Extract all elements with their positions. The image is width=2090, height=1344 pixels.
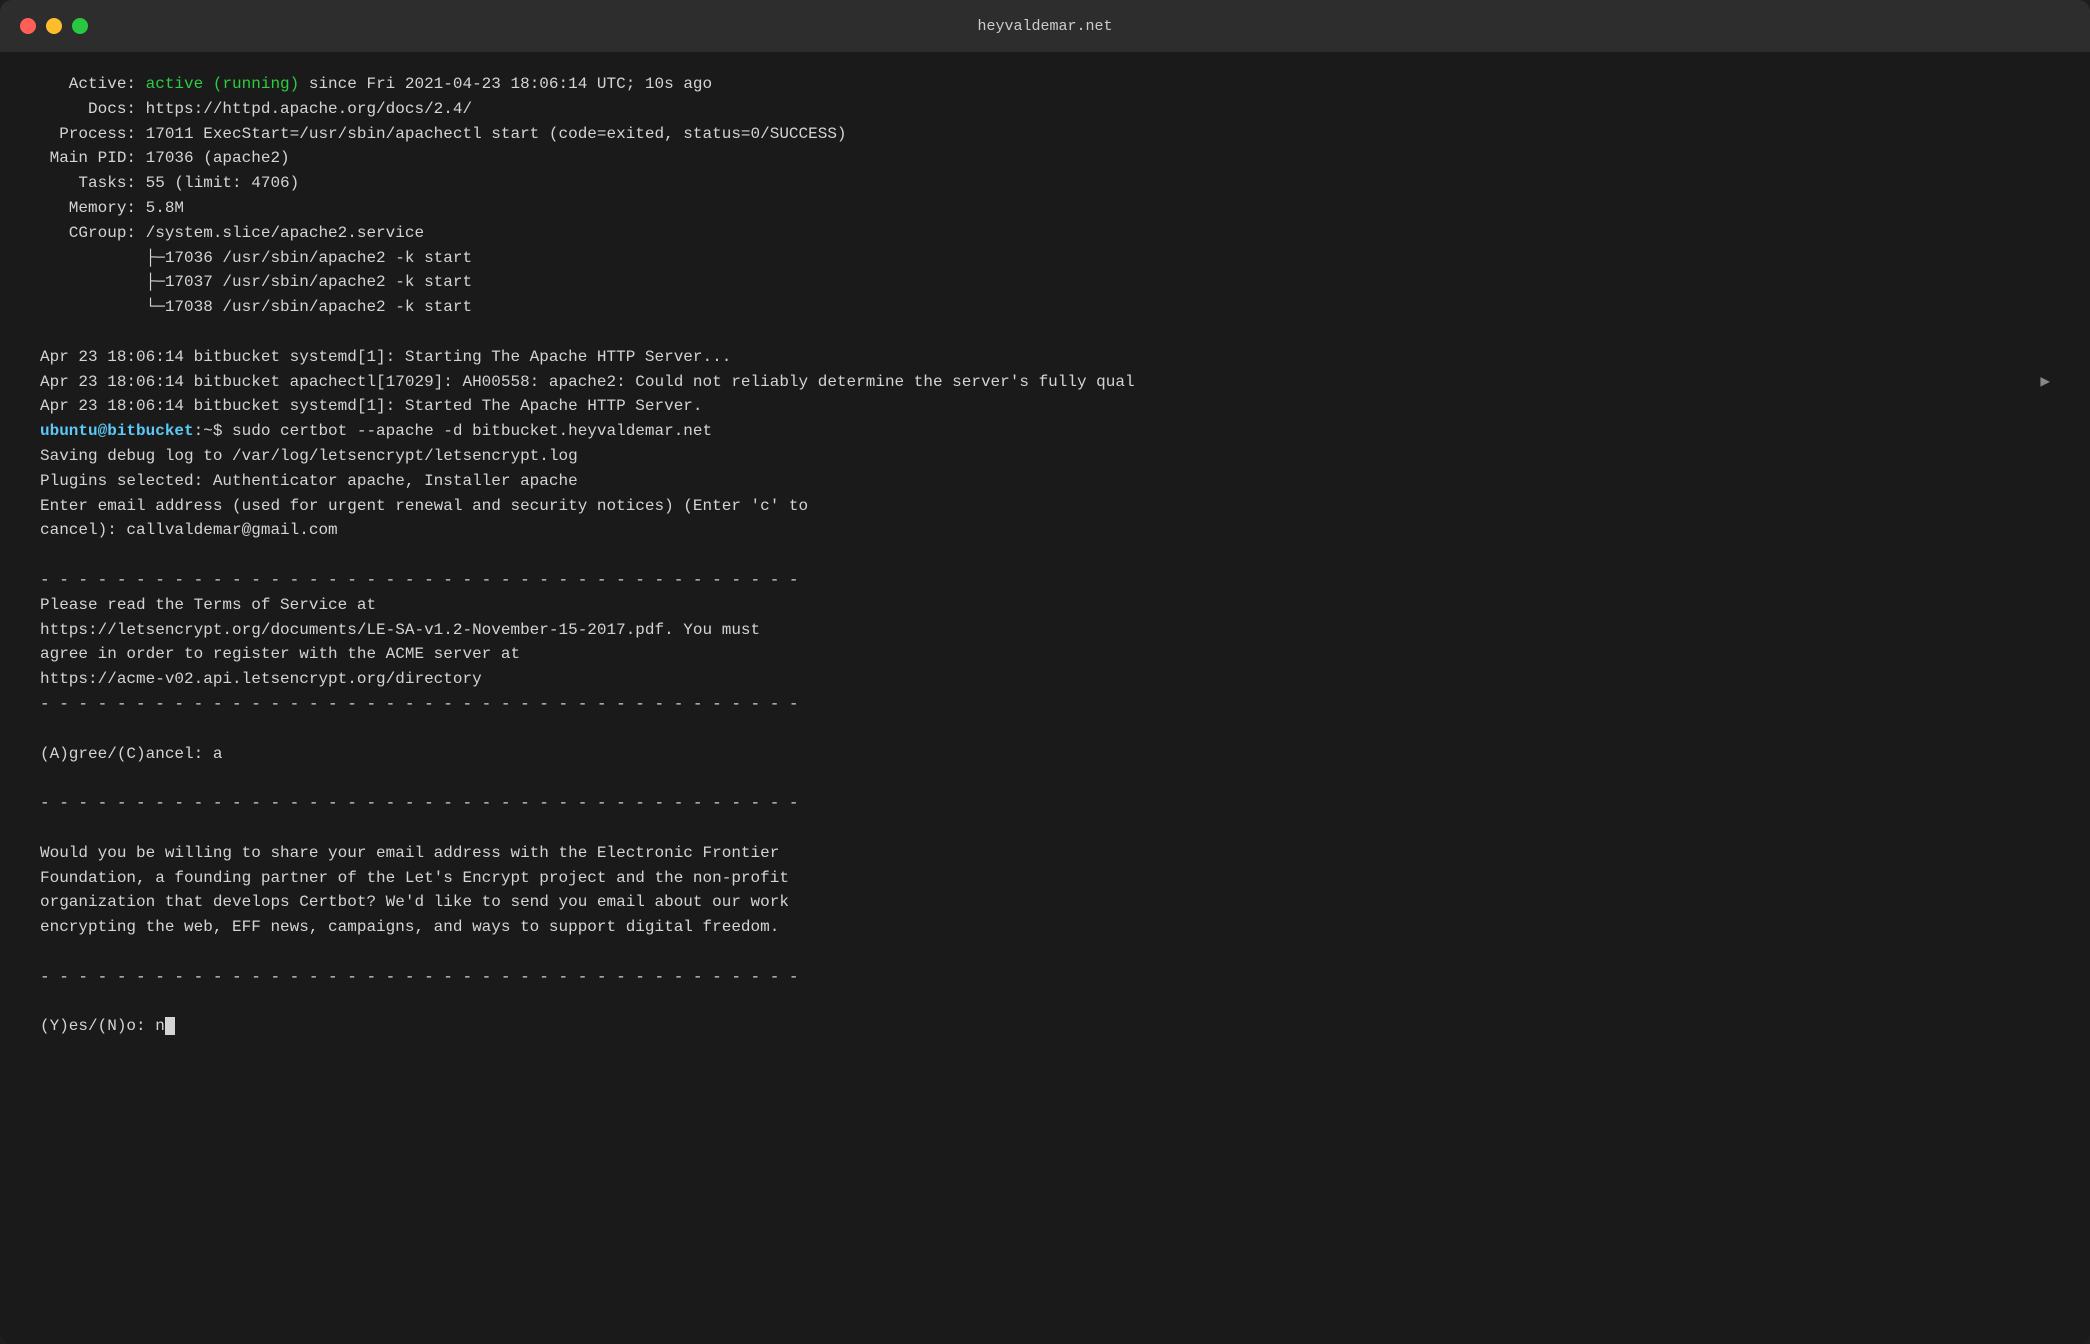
line-mainpid: Main PID: 17036 (apache2) [40,146,2050,171]
line-tos2: https://letsencrypt.org/documents/LE-SA-… [40,618,2050,643]
minimize-button[interactable] [46,18,62,34]
line-log3: Apr 23 18:06:14 bitbucket systemd[1]: St… [40,394,2050,419]
line-dash4: - - - - - - - - - - - - - - - - - - - - … [40,965,2050,990]
line-log1: Apr 23 18:06:14 bitbucket systemd[1]: St… [40,345,2050,370]
line-cgroup2: ├─17037 /usr/sbin/apache2 -k start [40,270,2050,295]
cursor [165,1017,175,1035]
line-dash3: - - - - - - - - - - - - - - - - - - - - … [40,791,2050,816]
line-prompt: ubuntu@bitbucket:~$ sudo certbot --apach… [40,419,2050,444]
line-tos4: https://acme-v02.api.letsencrypt.org/dir… [40,667,2050,692]
line-eff4: encrypting the web, EFF news, campaigns,… [40,915,2050,940]
maximize-button[interactable] [72,18,88,34]
line-eff2: Foundation, a founding partner of the Le… [40,866,2050,891]
prompt-path: :~$ [194,422,232,440]
line-input[interactable]: (Y)es/(N)o: n [40,1014,2050,1039]
line-eff1: Would you be willing to share your email… [40,841,2050,866]
line-agree: (A)gree/(C)ancel: a [40,742,2050,767]
line-savelog: Saving debug log to /var/log/letsencrypt… [40,444,2050,469]
truncation-arrow: ▶ [2040,370,2050,395]
prompt-user: ubuntu@bitbucket [40,422,194,440]
active-status: active (running) [146,75,300,93]
traffic-lights [20,18,88,34]
line-log2-content: Apr 23 18:06:14 bitbucket apachectl[1702… [40,370,2040,395]
line-process: Process: 17011 ExecStart=/usr/sbin/apach… [40,122,2050,147]
line-dash1: - - - - - - - - - - - - - - - - - - - - … [40,568,2050,593]
line-tos3: agree in order to register with the ACME… [40,642,2050,667]
line-plugins: Plugins selected: Authenticator apache, … [40,469,2050,494]
line-email1: Enter email address (used for urgent ren… [40,494,2050,519]
line-tasks: Tasks: 55 (limit: 4706) [40,171,2050,196]
titlebar: heyvaldemar.net [0,0,2090,52]
line-email2: cancel): callvaldemar@gmail.com [40,518,2050,543]
line-cgroup1: ├─17036 /usr/sbin/apache2 -k start [40,246,2050,271]
line-cgroup: CGroup: /system.slice/apache2.service [40,221,2050,246]
line-eff3: organization that develops Certbot? We'd… [40,890,2050,915]
window-title: heyvaldemar.net [977,18,1112,35]
line-cgroup3: └─17038 /usr/sbin/apache2 -k start [40,295,2050,320]
close-button[interactable] [20,18,36,34]
line-dash2: - - - - - - - - - - - - - - - - - - - - … [40,692,2050,717]
terminal-window: heyvaldemar.net Active: active (running)… [0,0,2090,1344]
line-tos1: Please read the Terms of Service at [40,593,2050,618]
terminal-body[interactable]: Active: active (running) since Fri 2021-… [0,52,2090,1344]
line-active: Active: active (running) since Fri 2021-… [40,72,2050,97]
line-log2-truncated: Apr 23 18:06:14 bitbucket apachectl[1702… [40,370,2050,395]
line-docs: Docs: https://httpd.apache.org/docs/2.4/ [40,97,2050,122]
line-memory: Memory: 5.8M [40,196,2050,221]
